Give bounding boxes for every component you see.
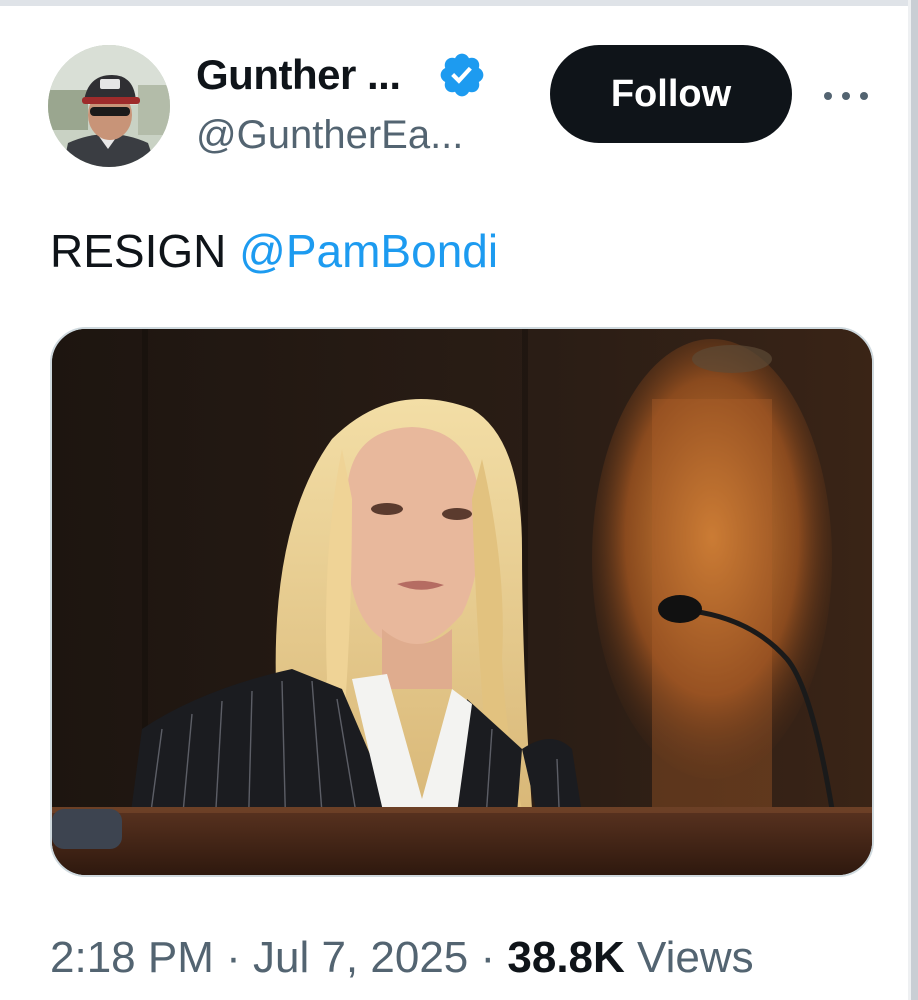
tweet-media[interactable] — [50, 327, 874, 877]
tweet-time[interactable]: 2:18 PM — [50, 933, 214, 982]
more-dots-icon[interactable] — [820, 74, 872, 110]
avatar-image — [48, 45, 170, 167]
scrollbar[interactable] — [908, 0, 918, 1000]
author-name-row: Gunther ... — [196, 50, 487, 100]
tweet-meta: 2:18 PM · Jul 7, 2025 · 38.8K Views — [50, 933, 754, 983]
meta-separator: · — [468, 933, 508, 982]
meta-separator: · — [213, 933, 253, 982]
author-handle[interactable]: @GuntherEa... — [196, 113, 463, 158]
tweet-body: RESIGN — [50, 225, 240, 277]
avatar[interactable] — [48, 45, 170, 167]
tweet-date[interactable]: Jul 7, 2025 — [253, 933, 468, 982]
follow-button[interactable]: Follow — [550, 45, 792, 143]
top-border — [0, 0, 918, 6]
tweet-text: RESIGN @PamBondi — [50, 224, 498, 278]
media-photo — [52, 329, 872, 875]
author-display-name[interactable]: Gunther ... — [196, 51, 401, 99]
mention-link[interactable]: @PamBondi — [239, 225, 498, 277]
views-label: Views — [624, 933, 754, 982]
views-count: 38.8K — [507, 933, 625, 982]
verified-badge-icon — [437, 50, 487, 100]
